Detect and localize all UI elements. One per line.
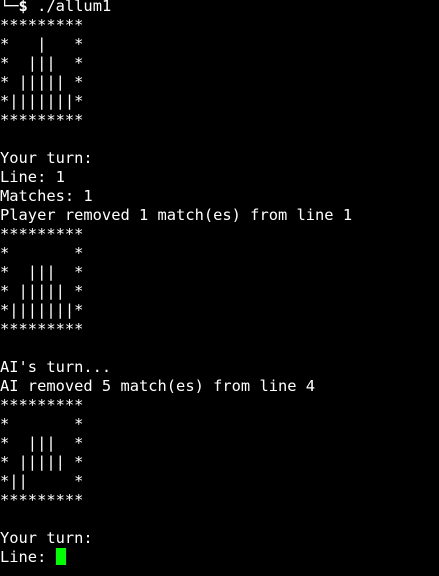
command-prompt-line: └─$ ./allum1 [0,0,439,16]
board-border-top: ********* [0,225,84,243]
command-text: ./allum1 [27,0,112,15]
input-label: Line: [0,548,56,566]
board-row-1: * * [0,244,84,262]
board-border-bottom: ********* [0,320,84,338]
terminal-window[interactable]: └─$ ./allum1 ********* * | * * ||| * * |… [0,0,439,576]
board-row-2: * ||| * [0,263,84,281]
ai-move-message: AI removed 5 match(es) from line 4 [0,377,316,395]
board-row-3: * ||||| * [0,73,84,91]
line-answer: Line: 1 [0,168,65,186]
input-line[interactable]: Line: [0,548,439,567]
turn-header: Your turn: [0,529,93,547]
board-row-2: * ||| * [0,434,84,452]
matches-answer: Matches: 1 [0,187,93,205]
board-row-3: * ||||| * [0,282,84,300]
text-cursor[interactable] [55,548,66,565]
board-row-1: * * [0,415,84,433]
player-move-message: Player removed 1 match(es) from line 1 [0,206,353,224]
board-border-bottom: ********* [0,111,84,129]
board-border-top: ********* [0,16,84,34]
turn-header: AI's turn... [0,358,112,376]
prompt-symbol: $ [18,0,28,15]
board-row-4: *|| * [0,472,84,490]
board-row-4: *|||||||* [0,92,84,110]
board-row-2: * ||| * [0,54,84,72]
board-row-1: * | * [0,35,84,53]
prompt-prefix: └─ [0,0,19,15]
board-border-top: ********* [0,396,84,414]
turn-header: Your turn: [0,149,93,167]
board-border-bottom: ********* [0,491,84,509]
board-row-4: *|||||||* [0,301,84,319]
board-row-3: * ||||| * [0,453,84,471]
